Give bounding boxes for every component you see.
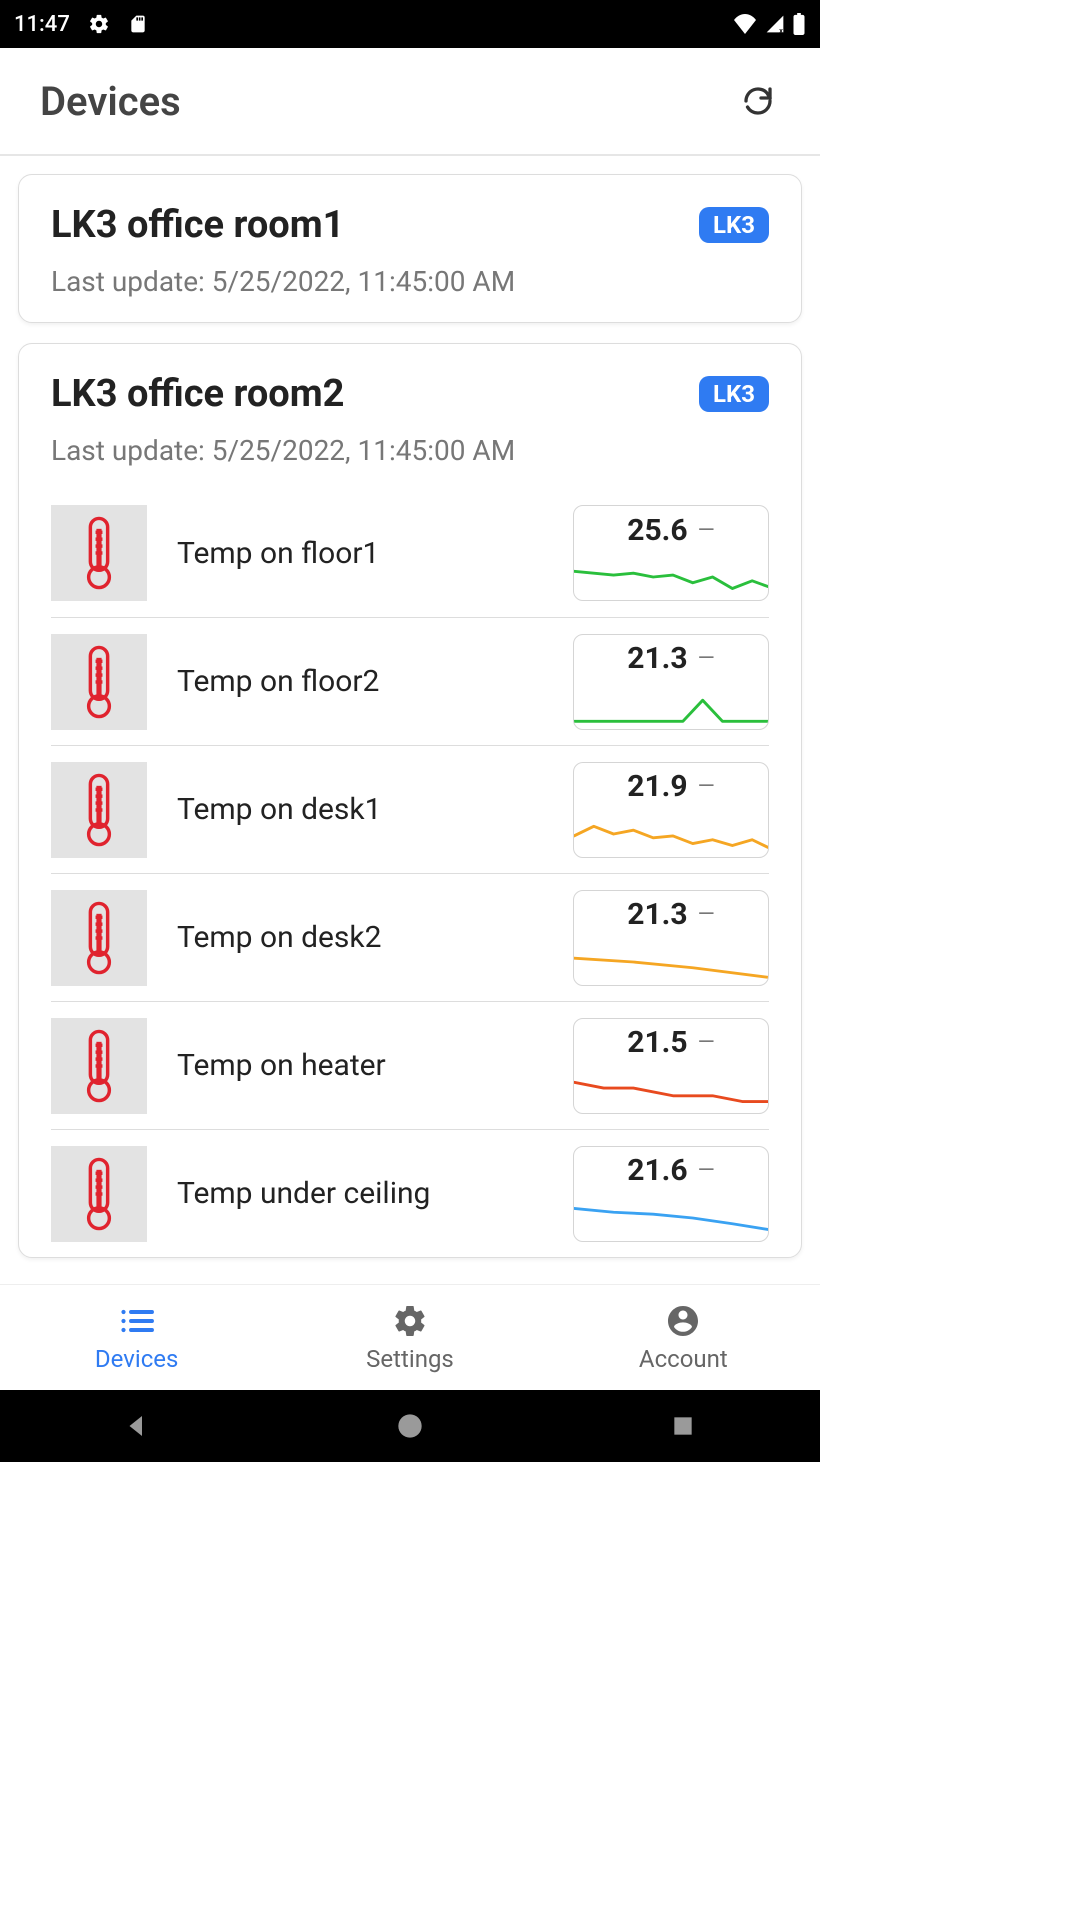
sensor-label: Temp on heater xyxy=(177,1048,573,1083)
nav-back-button[interactable] xyxy=(115,1404,159,1448)
refresh-button[interactable] xyxy=(736,79,780,123)
trend-flat-icon: — xyxy=(698,902,715,927)
device-card-room2[interactable]: LK3 office room2 LK3 Last update: 5/25/2… xyxy=(18,343,802,1258)
content-scroll[interactable]: LK3 office room1 LK3 Last update: 5/25/2… xyxy=(0,156,820,1284)
circle-home-icon xyxy=(396,1412,424,1440)
sensor-row[interactable]: Temp on heater 21.5 — xyxy=(51,1001,769,1129)
square-recent-icon xyxy=(670,1413,696,1439)
battery-icon xyxy=(792,13,806,35)
app-header: Devices xyxy=(0,48,820,156)
android-nav-bar xyxy=(0,1390,820,1462)
sensor-value: 21.6 xyxy=(627,1153,687,1188)
tab-label: Devices xyxy=(95,1345,178,1373)
card-head: LK3 office room2 LK3 xyxy=(51,372,769,416)
sensor-row[interactable]: Temp on desk2 21.3 — xyxy=(51,873,769,1001)
sensor-label: Temp on desk2 xyxy=(177,920,573,955)
device-type-badge: LK3 xyxy=(699,376,769,412)
nav-recent-button[interactable] xyxy=(661,1404,705,1448)
refresh-icon xyxy=(740,83,776,119)
sd-card-icon xyxy=(128,13,148,35)
status-time: 11:47 xyxy=(14,12,70,37)
thermometer-icon xyxy=(51,762,147,858)
sparkline xyxy=(574,939,768,985)
sensor-label: Temp under ceiling xyxy=(177,1176,573,1211)
svg-text:x: x xyxy=(779,26,783,34)
sensor-value-tile[interactable]: 25.6 — xyxy=(573,505,769,601)
thermometer-icon xyxy=(51,505,147,601)
wifi-icon xyxy=(732,14,758,34)
account-icon xyxy=(665,1303,701,1339)
thermometer-icon xyxy=(51,890,147,986)
page-title: Devices xyxy=(40,78,181,125)
card-head: LK3 office room1 LK3 xyxy=(51,203,769,247)
sensor-label: Temp on floor1 xyxy=(177,536,573,571)
sensor-value-tile[interactable]: 21.3 — xyxy=(573,634,769,730)
sparkline xyxy=(574,683,768,729)
sensor-label: Temp on floor2 xyxy=(177,664,573,699)
bottom-tab-bar: Devices Settings Account xyxy=(0,1284,820,1390)
trend-flat-icon: — xyxy=(698,774,715,799)
thermometer-icon xyxy=(51,634,147,730)
sensor-value: 21.5 xyxy=(627,1025,687,1060)
list-icon xyxy=(119,1303,155,1339)
device-type-badge: LK3 xyxy=(699,207,769,243)
sensor-value-tile[interactable]: 21.9 — xyxy=(573,762,769,858)
sparkline xyxy=(574,554,768,600)
device-title: LK3 office room1 xyxy=(51,203,344,247)
sparkline xyxy=(574,1067,768,1113)
tab-label: Settings xyxy=(366,1345,454,1373)
status-left: 11:47 xyxy=(14,12,148,37)
gear-icon xyxy=(88,13,110,35)
trend-flat-icon: — xyxy=(698,1030,715,1055)
gear-icon xyxy=(392,1303,428,1339)
trend-flat-icon: — xyxy=(698,518,715,543)
tab-account[interactable]: Account xyxy=(547,1285,820,1390)
sensor-row[interactable]: Temp on desk1 21.9 — xyxy=(51,745,769,873)
sensor-value: 21.9 xyxy=(627,769,687,804)
sparkline xyxy=(574,1195,768,1241)
sensor-list: Temp on floor125.6—Temp on floor221.3—Te… xyxy=(51,489,769,1257)
sensor-value-tile[interactable]: 21.3 — xyxy=(573,890,769,986)
status-right: x xyxy=(732,13,806,35)
sparkline xyxy=(574,811,768,857)
last-update-text: Last update: 5/25/2022, 11:45:00 AM xyxy=(51,434,769,467)
sensor-value: 25.6 xyxy=(627,513,687,548)
tab-devices[interactable]: Devices xyxy=(0,1285,273,1390)
sensor-row[interactable]: Temp on floor2 21.3 — xyxy=(51,617,769,745)
trend-flat-icon: — xyxy=(698,646,715,671)
sensor-value: 21.3 xyxy=(627,641,687,676)
thermometer-icon xyxy=(51,1146,147,1242)
thermometer-icon xyxy=(51,1018,147,1114)
cell-signal-icon: x xyxy=(764,14,786,34)
tab-settings[interactable]: Settings xyxy=(273,1285,546,1390)
device-card-room1[interactable]: LK3 office room1 LK3 Last update: 5/25/2… xyxy=(18,174,802,323)
sensor-value-tile[interactable]: 21.6 — xyxy=(573,1146,769,1242)
android-status-bar: 11:47 x xyxy=(0,0,820,48)
last-update-text: Last update: 5/25/2022, 11:45:00 AM xyxy=(51,265,769,298)
sensor-label: Temp on desk1 xyxy=(177,792,573,827)
sensor-row[interactable]: Temp under ceiling 21.6 — xyxy=(51,1129,769,1257)
trend-flat-icon: — xyxy=(698,1158,715,1183)
tab-label: Account xyxy=(639,1345,728,1373)
device-title: LK3 office room2 xyxy=(51,372,344,416)
nav-home-button[interactable] xyxy=(388,1404,432,1448)
sensor-value: 21.3 xyxy=(627,897,687,932)
triangle-back-icon xyxy=(122,1411,152,1441)
sensor-row[interactable]: Temp on floor1 25.6 — xyxy=(51,489,769,617)
sensor-value-tile[interactable]: 21.5 — xyxy=(573,1018,769,1114)
